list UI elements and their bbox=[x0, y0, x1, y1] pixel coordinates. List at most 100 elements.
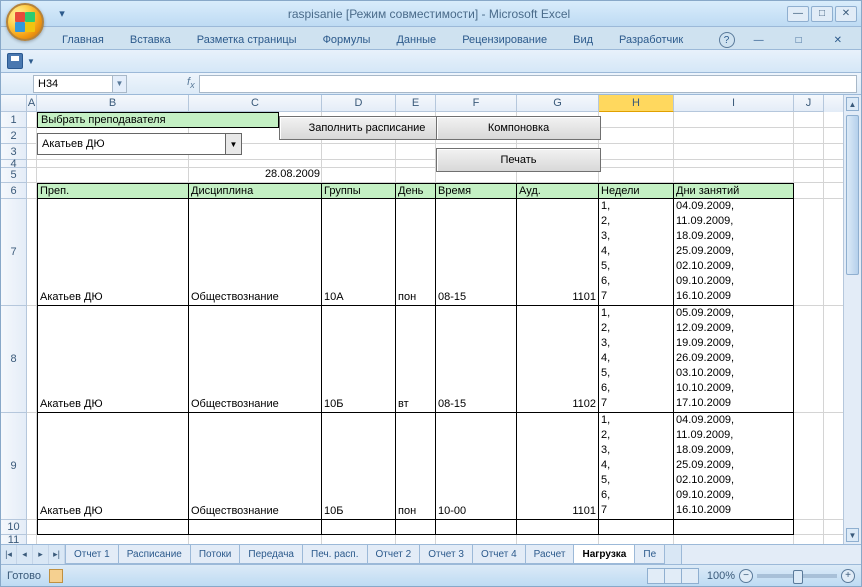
ribbon-minimize-icon[interactable]: — bbox=[741, 31, 777, 49]
row-header[interactable]: 11 bbox=[1, 535, 27, 544]
table-cell[interactable]: 1102 bbox=[517, 306, 599, 413]
ribbon-tab[interactable]: Вставка bbox=[117, 30, 184, 49]
layout-button[interactable]: Компоновка bbox=[436, 116, 601, 140]
column-header[interactable]: A bbox=[27, 95, 37, 112]
qat-dropdown-icon[interactable]: ▼ bbox=[27, 57, 35, 66]
name-box[interactable]: H34 bbox=[33, 75, 113, 93]
table-cell[interactable]: пон bbox=[396, 199, 436, 306]
column-header[interactable]: G bbox=[517, 95, 599, 112]
tab-nav-next-icon[interactable]: ▸ bbox=[33, 545, 49, 564]
worksheet-grid[interactable]: ABCDEFGHIJ 1234567891011 Выбрать препода… bbox=[1, 95, 861, 544]
fx-icon[interactable]: fx bbox=[187, 76, 195, 90]
row-header[interactable]: 10 bbox=[1, 520, 27, 535]
row-header[interactable]: 1 bbox=[1, 112, 27, 128]
scroll-down-icon[interactable]: ▼ bbox=[846, 528, 859, 542]
tab-nav-first-icon[interactable]: |◂ bbox=[1, 545, 17, 564]
table-cell[interactable]: 10Б bbox=[322, 306, 396, 413]
table-cell[interactable]: Обществознание bbox=[189, 413, 322, 520]
table-cell[interactable] bbox=[189, 520, 322, 535]
ribbon-tab[interactable]: Разработчик bbox=[606, 30, 696, 49]
sheet-tab[interactable]: Печ. расп. bbox=[302, 545, 368, 564]
table-cell[interactable] bbox=[599, 520, 674, 535]
table-cell[interactable]: 10А bbox=[322, 199, 396, 306]
row-header[interactable]: 6 bbox=[1, 183, 27, 199]
view-layout-icon[interactable] bbox=[664, 568, 682, 584]
name-box-dropdown-icon[interactable]: ▼ bbox=[113, 75, 127, 93]
table-cell[interactable]: вт bbox=[396, 306, 436, 413]
row-header[interactable]: 4 bbox=[1, 160, 27, 168]
teacher-dropdown[interactable]: Акатьев ДЮ▼ bbox=[37, 133, 242, 155]
close-button[interactable]: ✕ bbox=[835, 6, 857, 22]
ribbon-tab[interactable]: Формулы bbox=[310, 30, 384, 49]
column-header[interactable]: B bbox=[37, 95, 189, 112]
tab-nav-last-icon[interactable]: ▸| bbox=[49, 545, 65, 564]
table-cell[interactable] bbox=[517, 520, 599, 535]
qat-dropdown-icon[interactable]: ▾ bbox=[53, 5, 71, 23]
column-header[interactable]: C bbox=[189, 95, 322, 112]
sheet-tab[interactable]: Расчет bbox=[525, 545, 575, 564]
scroll-up-icon[interactable]: ▲ bbox=[846, 97, 859, 111]
table-cell[interactable]: пон bbox=[396, 413, 436, 520]
table-cell[interactable] bbox=[322, 520, 396, 535]
vertical-scrollbar[interactable]: ▲ ▼ bbox=[843, 95, 861, 544]
sheet-tab[interactable]: Расписание bbox=[118, 545, 191, 564]
sheet-tab[interactable]: Нагрузка bbox=[573, 545, 635, 564]
sheet-tab[interactable]: Пе bbox=[634, 545, 665, 564]
zoom-out-icon[interactable]: − bbox=[739, 569, 753, 583]
column-header[interactable]: D bbox=[322, 95, 396, 112]
column-header[interactable]: J bbox=[794, 95, 824, 112]
table-cell[interactable] bbox=[37, 520, 189, 535]
row-header[interactable]: 9 bbox=[1, 413, 27, 520]
chevron-down-icon[interactable]: ▼ bbox=[225, 134, 241, 154]
ribbon-tab[interactable]: Разметка страницы bbox=[184, 30, 310, 49]
table-cell[interactable]: 04.09.2009, 11.09.2009, 18.09.2009, 25.0… bbox=[674, 199, 794, 306]
row-header[interactable]: 2 bbox=[1, 128, 27, 144]
table-cell[interactable]: Обществознание bbox=[189, 199, 322, 306]
sheet-tab[interactable]: Отчет 3 bbox=[419, 545, 473, 564]
minimize-button[interactable]: — bbox=[787, 6, 809, 22]
table-cell[interactable]: Акатьев ДЮ bbox=[37, 199, 189, 306]
maximize-button[interactable]: □ bbox=[811, 6, 833, 22]
sheet-tab[interactable]: Отчет 2 bbox=[367, 545, 421, 564]
sheet-tab[interactable]: Отчет 4 bbox=[472, 545, 526, 564]
table-cell[interactable]: 08-15 bbox=[436, 199, 517, 306]
ribbon-close-icon[interactable]: ✕ bbox=[821, 31, 855, 49]
table-cell[interactable]: Акатьев ДЮ bbox=[37, 413, 189, 520]
column-header[interactable]: I bbox=[674, 95, 794, 112]
help-icon[interactable]: ? bbox=[719, 32, 735, 48]
ribbon-tab[interactable]: Данные bbox=[383, 30, 449, 49]
view-normal-icon[interactable] bbox=[647, 568, 665, 584]
ribbon-restore-icon[interactable]: □ bbox=[783, 31, 815, 49]
row-header[interactable]: 5 bbox=[1, 168, 27, 183]
table-cell[interactable]: 10Б bbox=[322, 413, 396, 520]
table-cell[interactable]: 1, 2, 3, 4, 5, 6, 7 bbox=[599, 413, 674, 520]
column-header[interactable]: E bbox=[396, 95, 436, 112]
ribbon-tab[interactable]: Главная bbox=[49, 30, 117, 49]
row-header[interactable]: 7 bbox=[1, 199, 27, 306]
table-cell[interactable]: Акатьев ДЮ bbox=[37, 306, 189, 413]
fill-schedule-button[interactable]: Заполнить расписание bbox=[279, 116, 455, 140]
table-cell[interactable]: 08-15 bbox=[436, 306, 517, 413]
table-cell[interactable]: Обществознание bbox=[189, 306, 322, 413]
scroll-thumb[interactable] bbox=[846, 115, 859, 275]
ribbon-tab[interactable]: Рецензирование bbox=[449, 30, 560, 49]
table-cell[interactable]: 10-00 bbox=[436, 413, 517, 520]
table-cell[interactable] bbox=[674, 520, 794, 535]
zoom-level[interactable]: 100% bbox=[707, 570, 735, 582]
table-cell[interactable]: 1101 bbox=[517, 413, 599, 520]
table-cell[interactable]: 1101 bbox=[517, 199, 599, 306]
save-icon[interactable] bbox=[7, 53, 23, 69]
sheet-tab[interactable]: Потоки bbox=[190, 545, 241, 564]
office-button[interactable] bbox=[6, 3, 44, 41]
view-pagebreak-icon[interactable] bbox=[681, 568, 699, 584]
column-header[interactable]: H bbox=[599, 95, 674, 112]
table-cell[interactable]: 04.09.2009, 11.09.2009, 18.09.2009, 25.0… bbox=[674, 413, 794, 520]
formula-bar[interactable] bbox=[199, 75, 857, 93]
tab-nav-prev-icon[interactable]: ◂ bbox=[17, 545, 33, 564]
ribbon-tab[interactable]: Вид bbox=[560, 30, 606, 49]
sheet-tab[interactable]: Передача bbox=[239, 545, 303, 564]
print-button[interactable]: Печать bbox=[436, 148, 601, 172]
zoom-slider[interactable] bbox=[757, 574, 837, 578]
sheet-tab[interactable]: Отчет 1 bbox=[66, 545, 119, 564]
table-cell[interactable]: 05.09.2009, 12.09.2009, 19.09.2009, 26.0… bbox=[674, 306, 794, 413]
